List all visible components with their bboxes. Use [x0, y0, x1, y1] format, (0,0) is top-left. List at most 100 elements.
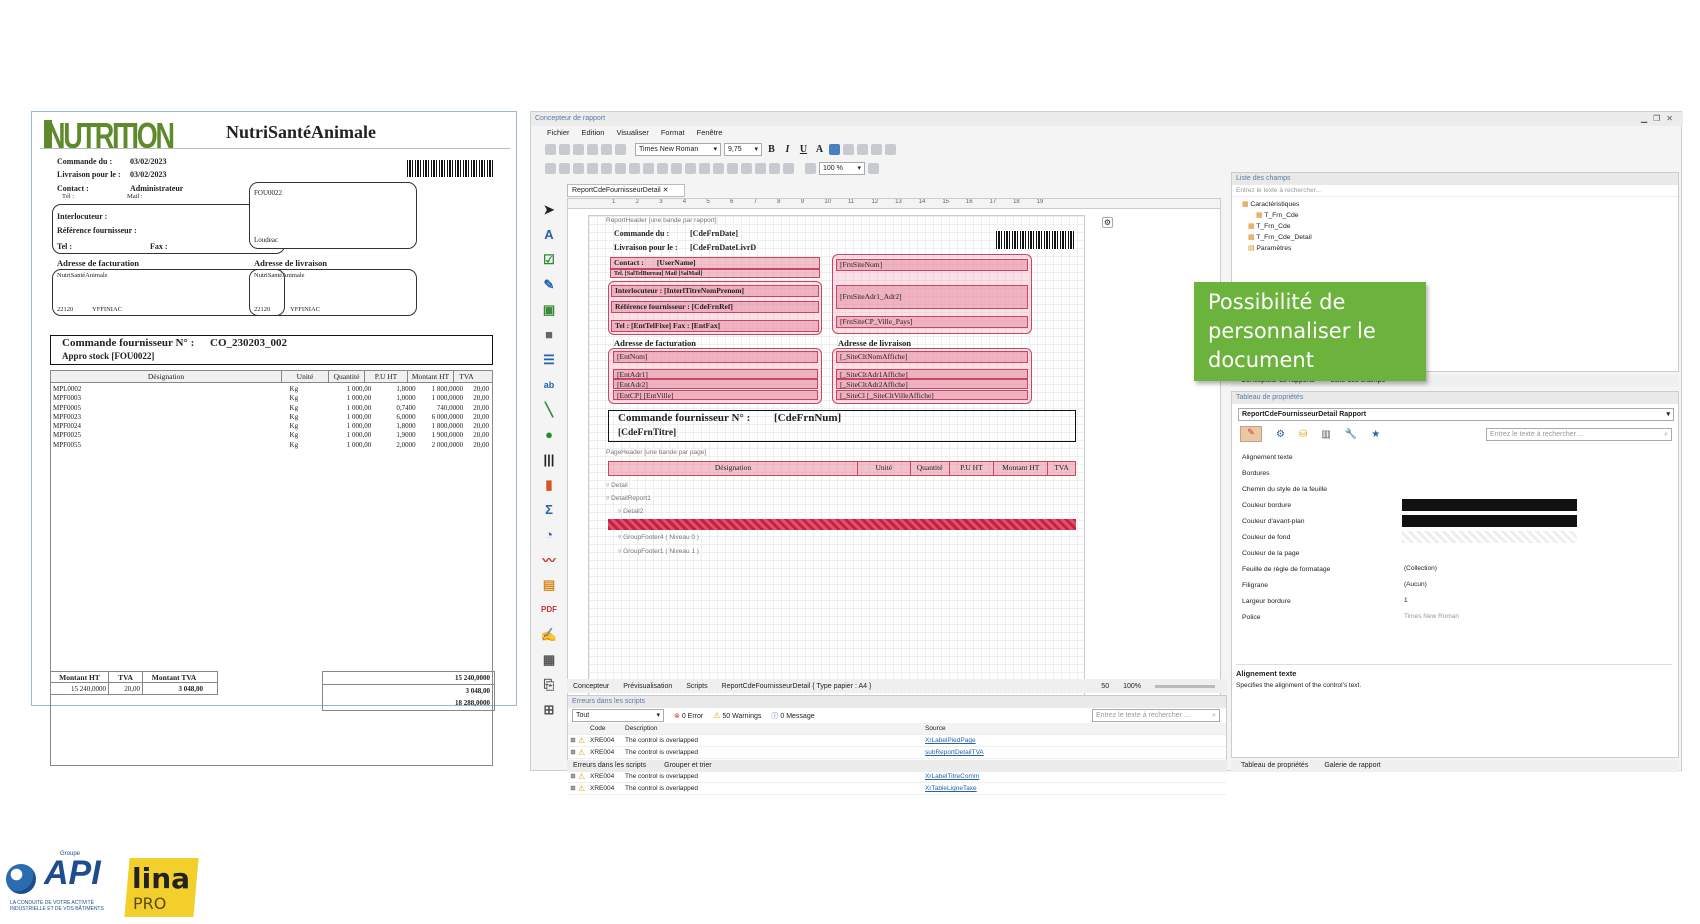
events-icon[interactable]: ⚙ — [1276, 429, 1285, 440]
richtext-tool-icon[interactable]: ✎ — [540, 275, 559, 294]
errors-filter[interactable]: Tout ▾ — [572, 709, 664, 722]
tab-concepteur[interactable]: Concepteur — [573, 683, 609, 690]
field-interlocutor[interactable]: Interlocuteur : [InterlTitreNomPrenom] — [611, 285, 819, 297]
zoom-slider[interactable] — [1155, 684, 1215, 688]
subreport-tool-icon[interactable]: ▤ — [540, 575, 559, 594]
align-grid-icon[interactable] — [545, 162, 556, 174]
field-supplier-ref[interactable]: Référence fournisseur : [CdeFrnRef] — [611, 301, 819, 313]
character-comb-tool-icon[interactable]: ab — [540, 375, 559, 394]
band-detail2[interactable]: ▿ Detail2 — [618, 507, 643, 515]
vspacing-inc-icon[interactable] — [727, 162, 738, 174]
same-height-icon[interactable] — [657, 162, 668, 174]
field-order-date-label[interactable]: Commande du : — [614, 229, 669, 238]
gauge-tool-icon[interactable]: ◔ — [540, 525, 559, 544]
pagebreak-tool-icon[interactable]: ⎘ — [540, 675, 559, 694]
chart-tool-icon[interactable]: ▮ — [540, 475, 559, 494]
table-tool-icon[interactable]: ☰ — [540, 350, 559, 369]
field-tree-item[interactable]: ▤ Paramètres — [1238, 243, 1672, 254]
align-rights-icon[interactable] — [587, 162, 598, 174]
field-tel-mail[interactable]: Tel. [SalTelBureau] Mail [SalMail] — [610, 269, 820, 278]
property-row[interactable]: Alignement texte — [1232, 449, 1678, 465]
vspacing-icon[interactable] — [713, 162, 724, 174]
property-row[interactable]: Filigrane (Aucun) — [1232, 577, 1678, 593]
barcode-tool-icon[interactable]: ||| — [540, 450, 559, 469]
field-site-address[interactable]: [FrnSiteAdr1_Adr2] — [836, 285, 1028, 309]
designer-barcode[interactable] — [996, 231, 1074, 249]
same-width-icon[interactable] — [643, 162, 654, 174]
data-icon[interactable]: ⛁ — [1299, 429, 1307, 440]
detail-row-placeholder[interactable] — [608, 519, 1076, 530]
designer-table-header[interactable]: Désignation Unité Quantité P.U HT Montan… — [608, 461, 1076, 476]
error-row[interactable]: ⊞ ⚠ XRE004 The control is overlapped subRepo… — [568, 747, 1226, 759]
tab-group-sort[interactable]: Grouper et trier — [664, 760, 711, 772]
property-row[interactable]: Bordures — [1232, 465, 1678, 481]
field-tel-fax[interactable]: Tel : [EntTelFixe] Fax : [EntFax] — [611, 320, 819, 332]
cut-icon[interactable] — [559, 143, 570, 155]
panel-tool-icon[interactable]: ■ — [540, 325, 559, 344]
layout-icon[interactable]: ▥ — [1321, 429, 1330, 440]
pointer-tool-icon[interactable]: ➤ — [540, 200, 559, 219]
tab-preview[interactable]: Prévisualisation — [623, 683, 672, 690]
message-count[interactable]: ⓘ 0 Message — [771, 711, 814, 721]
signature-tool-icon[interactable]: ✍ — [540, 625, 559, 644]
undo-icon[interactable] — [601, 143, 612, 155]
align-bottoms-icon[interactable] — [629, 162, 640, 174]
tab-errors[interactable]: Erreurs dans les scripts — [573, 760, 646, 772]
font-color-icon[interactable]: A — [813, 144, 826, 155]
field-ent-adr2[interactable]: [EntAdr2] — [613, 379, 818, 389]
band-group-footer4[interactable]: ▿ GroupFooter4 ( Niveau 0 ) — [618, 533, 699, 541]
field-tree-item[interactable]: ▦ T_Frn_Cde — [1238, 210, 1672, 221]
field-order-num[interactable]: [CdeFrnNum] — [774, 412, 841, 424]
field-site-clt-adr2[interactable]: [_SiteCltAdr2Affiche] — [836, 379, 1028, 389]
sum-tool-icon[interactable]: Σ — [540, 500, 559, 519]
crossband-tool-icon[interactable]: ⊞ — [540, 700, 559, 719]
field-order-label[interactable]: Commande fournisseur N° : — [618, 412, 750, 424]
settings-gear-icon[interactable]: ⚙ — [1102, 217, 1113, 228]
error-row[interactable]: ⊞⚠XRE004The control is overlappedXrLabel… — [568, 771, 1226, 783]
copy-icon[interactable] — [573, 143, 584, 155]
tab-properties[interactable]: Tableau de propriétés — [1241, 760, 1308, 772]
field-order-title[interactable]: [CdeFrnTitre] — [618, 428, 676, 438]
field-order-date[interactable]: [CdeFrnDate] — [690, 229, 738, 238]
align-center-icon[interactable] — [857, 143, 868, 155]
wrench-icon[interactable]: 🔧 — [1345, 429, 1357, 440]
field-delivery-label[interactable]: Livraison pour le : — [614, 243, 678, 252]
center-horizontally-icon[interactable] — [741, 162, 752, 174]
menu-0[interactable]: Fichier — [547, 126, 570, 139]
align-tops-icon[interactable] — [601, 162, 612, 174]
field-tree-item[interactable]: ▦ T_Frn_Cde — [1238, 221, 1672, 232]
property-row[interactable]: Couleur de fond — [1232, 529, 1678, 545]
close-icon[interactable]: ✕ — [1666, 114, 1673, 123]
object-selector[interactable]: ReportCdeFournisseurDetail Rapport ▾ — [1238, 408, 1674, 421]
shape-tool-icon[interactable]: ● — [540, 425, 559, 444]
font-size-select[interactable]: 9,75 ▾ — [724, 142, 762, 156]
field-search[interactable]: Entrez le texte à rechercher... — [1232, 185, 1678, 197]
field-ent-cp[interactable]: [EntCP] [EntVille] — [613, 390, 818, 400]
back-color-icon[interactable] — [829, 143, 840, 155]
field-site-clt-cp[interactable]: [_SiteCl [_SiteCltVilleAffiche] — [836, 390, 1028, 400]
center-vertically-icon[interactable] — [755, 162, 766, 174]
band-detail-report[interactable]: ▿ DetailReport1 — [606, 494, 651, 502]
field-ent-adr1[interactable]: [EntAdr1] — [613, 369, 818, 379]
band-group-footer1[interactable]: ▿ GroupFooter1 ( Niveau 1 ) — [618, 547, 699, 555]
align-right-icon[interactable] — [871, 143, 882, 155]
paste-icon[interactable] — [587, 143, 598, 155]
align-middles-icon[interactable] — [615, 162, 626, 174]
save-icon[interactable] — [545, 143, 556, 155]
align-left-icon[interactable] — [843, 143, 854, 155]
star-icon[interactable]: ★ — [1371, 429, 1380, 440]
align-lefts-icon[interactable] — [559, 162, 570, 174]
zoom-out-icon[interactable] — [805, 162, 816, 174]
field-ent-name[interactable]: [EntNom] — [613, 351, 818, 363]
menu-1[interactable]: Edition — [582, 126, 605, 139]
align-centers-icon[interactable] — [573, 162, 584, 174]
properties-search[interactable]: Entrez le texte à rechercher ... ⌕ — [1486, 427, 1672, 441]
redo-icon[interactable] — [615, 143, 626, 155]
field-tree-item[interactable]: ▦ T_Frn_Cde_Detail — [1238, 232, 1672, 243]
minimize-icon[interactable]: ▁ — [1641, 114, 1647, 123]
field-site-clt-name[interactable]: [_SiteCltNomAffiche] — [836, 351, 1028, 363]
justify-icon[interactable] — [885, 143, 896, 155]
same-size-icon[interactable] — [671, 162, 682, 174]
design-surface[interactable]: 1 2 3 4 5 6 7 8 9 10 11 12 13 14 15 16 17 18 19 ReportHead… — [567, 198, 1221, 724]
checkbox-tool-icon[interactable]: ☑ — [540, 250, 559, 269]
